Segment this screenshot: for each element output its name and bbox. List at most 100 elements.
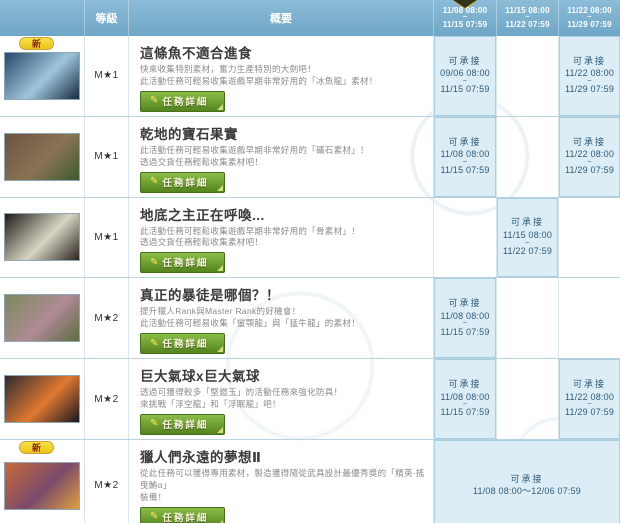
availability-cell: 可承接 11/15 08:00 ~11/22 07:59: [496, 197, 558, 278]
header-cell-summary: 概要: [128, 0, 433, 36]
quest-level: M★2: [84, 439, 128, 523]
quest-level: M★1: [84, 116, 128, 197]
availability-cell: 可承接 11/08 08:00 ~11/15 07:59: [433, 278, 496, 359]
availability-cell: 可承接 11/22 08:00 ~11/29 07:59: [558, 36, 620, 116]
detail-button-label: 任務詳細: [162, 419, 209, 431]
quest-title: 地底之主正在呼喚...: [140, 207, 265, 223]
quest-row: M★2 真正的暴徒是哪個？！ 提升獵人Rank與Master Rank的好機會！ 此活…: [0, 277, 620, 359]
button-corner-decoration-icon: [217, 346, 224, 353]
quest-detail-button[interactable]: ✎ 任務詳細: [140, 90, 226, 112]
availability-label: 可承接: [448, 378, 482, 389]
availability-end: 11/15 07:59: [440, 84, 490, 95]
availability-label: 可承接: [572, 55, 606, 66]
quest-summary: 乾地的寶石果實此活動任務可輕易收集遊戲早期非常好用的「礦石素材」！ 透過交貨任務輕…: [128, 116, 433, 197]
availability-cell: 可承接 11/08 08:00～12/06 07:59: [433, 439, 620, 523]
header-cell-image: [0, 0, 84, 36]
detail-button-label: 任務詳細: [162, 339, 209, 351]
quest-level: M★1: [84, 197, 128, 278]
quest-thumbnail-cell: [0, 278, 84, 358]
availability-range: 11/08 08:00～12/06 07:59: [472, 486, 582, 497]
button-corner-decoration-icon: [217, 519, 224, 523]
quest-thumbnail-cell: [0, 117, 84, 197]
pencil-icon: ✎: [150, 256, 159, 268]
quest-thumbnail: [4, 213, 80, 262]
availability-cell: 可承接 11/08 08:00 ~11/15 07:59: [433, 116, 496, 197]
quest-detail-button[interactable]: ✎ 任務詳細: [140, 171, 226, 193]
quest-title: 獵人們永遠的夢想Ⅱ: [140, 449, 262, 465]
quest-detail-button[interactable]: ✎ 任務詳細: [140, 252, 226, 274]
availability-end: 11/29 07:59: [564, 165, 615, 176]
period-end: 11/22 07:59: [505, 19, 550, 29]
table-header: 等級 概要 11/08 08:00 ~ 11/15 07:59 11/15 08…: [0, 0, 620, 36]
detail-button-label: 任務詳細: [162, 96, 209, 108]
quest-detail-button[interactable]: ✎ 任務詳細: [140, 333, 226, 355]
current-period-arrow-icon: [453, 0, 477, 8]
availability-cell: 可承接 11/22 08:00 ~11/29 07:59: [558, 359, 620, 439]
detail-button-label: 任務詳細: [162, 177, 209, 189]
quest-thumbnail: [4, 132, 80, 181]
availability-cell: [558, 278, 620, 359]
quest-title: 乾地的寶石果實: [140, 126, 238, 142]
availability-cell: [496, 116, 558, 197]
pencil-icon: ✎: [150, 511, 159, 523]
availability-label: 可承接: [510, 217, 544, 228]
quest-thumbnail-cell: [0, 359, 84, 439]
quest-description: 提升獵人Rank與Master Rank的好機會！ 此活動任務可輕易收集「蠻顎龍」…: [140, 306, 361, 329]
availability-label: 可承接: [572, 136, 606, 147]
pencil-icon: ✎: [150, 176, 159, 188]
quest-thumbnail-cell: 新: [0, 36, 84, 116]
button-corner-decoration-icon: [217, 426, 224, 433]
pencil-icon: ✎: [150, 95, 159, 107]
availability-end: 11/15 07:59: [440, 326, 490, 337]
new-badge: 新: [19, 37, 55, 50]
availability-end: 11/29 07:59: [564, 84, 615, 95]
availability-cell: [496, 278, 558, 359]
quest-rows-container: 新 M★1 這條魚不適合進食 快來收集特別素材，奮力生產特別的大劍吧！ 此活動任務可輕易…: [0, 36, 620, 523]
quest-row: M★2 巨大氣球x巨大氣球 透過可獲得較多「堅鎧玉」的活動任務來強化防具！ 來挑戰「浮…: [0, 358, 620, 439]
quest-thumbnail-cell: [0, 198, 84, 278]
detail-button-label: 任務詳細: [162, 512, 209, 523]
quest-description: 快來收集特別素材，奮力生產特別的大劍吧！ 此活動任務可輕易收集遊戲早期非常好用的「…: [140, 64, 378, 86]
header-period-3: 11/22 08:00 ~ 11/29 07:59: [558, 0, 620, 36]
availability-cell: [433, 197, 496, 278]
quest-title: 巨大氣球x巨大氣球: [140, 369, 261, 385]
quest-description: 此活動任務可輕易收集遊戲早期非常好用的「礦石素材」！ 透過交貨任務輕鬆收集素材吧！: [140, 144, 369, 167]
availability-label: 可承接: [448, 136, 482, 147]
header-cell-level: 等級: [84, 0, 128, 36]
availability-cell: [558, 197, 620, 278]
availability-cell: [496, 36, 558, 116]
availability-label: 可承接: [448, 298, 482, 309]
availability-cell: 可承接 11/08 08:00 ~11/15 07:59: [433, 359, 496, 439]
quest-summary: 真正的暴徒是哪個？！ 提升獵人Rank與Master Rank的好機會！ 此活動任務…: [128, 278, 433, 359]
header-period-2: 11/15 08:00 ~ 11/22 07:59: [496, 0, 558, 36]
quest-row: M★1 地底之主正在呼喚... 此活動任務可輕鬆收集遊戲早期非常好用的「骨素材」！透…: [0, 196, 620, 278]
pencil-icon: ✎: [150, 418, 159, 430]
period-end: 11/15 07:59: [442, 19, 488, 29]
quest-thumbnail: [4, 51, 80, 100]
quest-level: M★2: [84, 359, 128, 439]
quest-description: 透過可獲得較多「堅鎧玉」的活動任務來強化防具！ 來挑戰「浮空龍」和「浮眠龍」吧！: [140, 387, 343, 410]
quest-level: M★2: [84, 278, 128, 359]
new-badge: 新: [19, 440, 55, 454]
availability-end: 11/15 07:59: [440, 407, 490, 418]
quest-thumbnail: [4, 294, 80, 343]
availability-label: 可承接: [510, 473, 544, 484]
quest-detail-button[interactable]: ✎ 任務詳細: [140, 506, 226, 523]
header-period-1: 11/08 08:00 ~ 11/15 07:59: [433, 0, 496, 36]
button-corner-decoration-icon: [217, 265, 224, 272]
availability-cell: 可承接 09/06 08:00 ~11/15 07:59: [433, 36, 496, 116]
quest-title: 真正的暴徒是哪個？！: [140, 288, 280, 304]
quest-thumbnail: [4, 375, 80, 424]
quest-title: 這條魚不適合進食: [140, 46, 252, 61]
quest-detail-button[interactable]: ✎ 任務詳細: [140, 413, 226, 435]
availability-end: 11/15 07:59: [440, 165, 490, 176]
quest-summary: 獵人們永遠的夢想Ⅱ 從此任務可以獲得專用素材，製造獲得隨從武具設計最優秀獎的「精英…: [128, 439, 433, 523]
quest-summary: 巨大氣球x巨大氣球透過可獲得較多「堅鎧玉」的活動任務來強化防具！ 來挑戰「浮空龍」…: [128, 359, 433, 439]
button-corner-decoration-icon: [217, 103, 224, 110]
pencil-icon: ✎: [150, 337, 159, 349]
quest-thumbnail-cell: 新: [0, 440, 84, 523]
availability-label: 可承接: [572, 378, 606, 389]
quest-thumbnail: [4, 461, 80, 510]
availability-label: 可承接: [448, 55, 482, 66]
quest-summary: 這條魚不適合進食快來收集特別素材，奮力生產特別的大劍吧！ 此活動任務可輕易收集遊戲…: [128, 36, 433, 116]
